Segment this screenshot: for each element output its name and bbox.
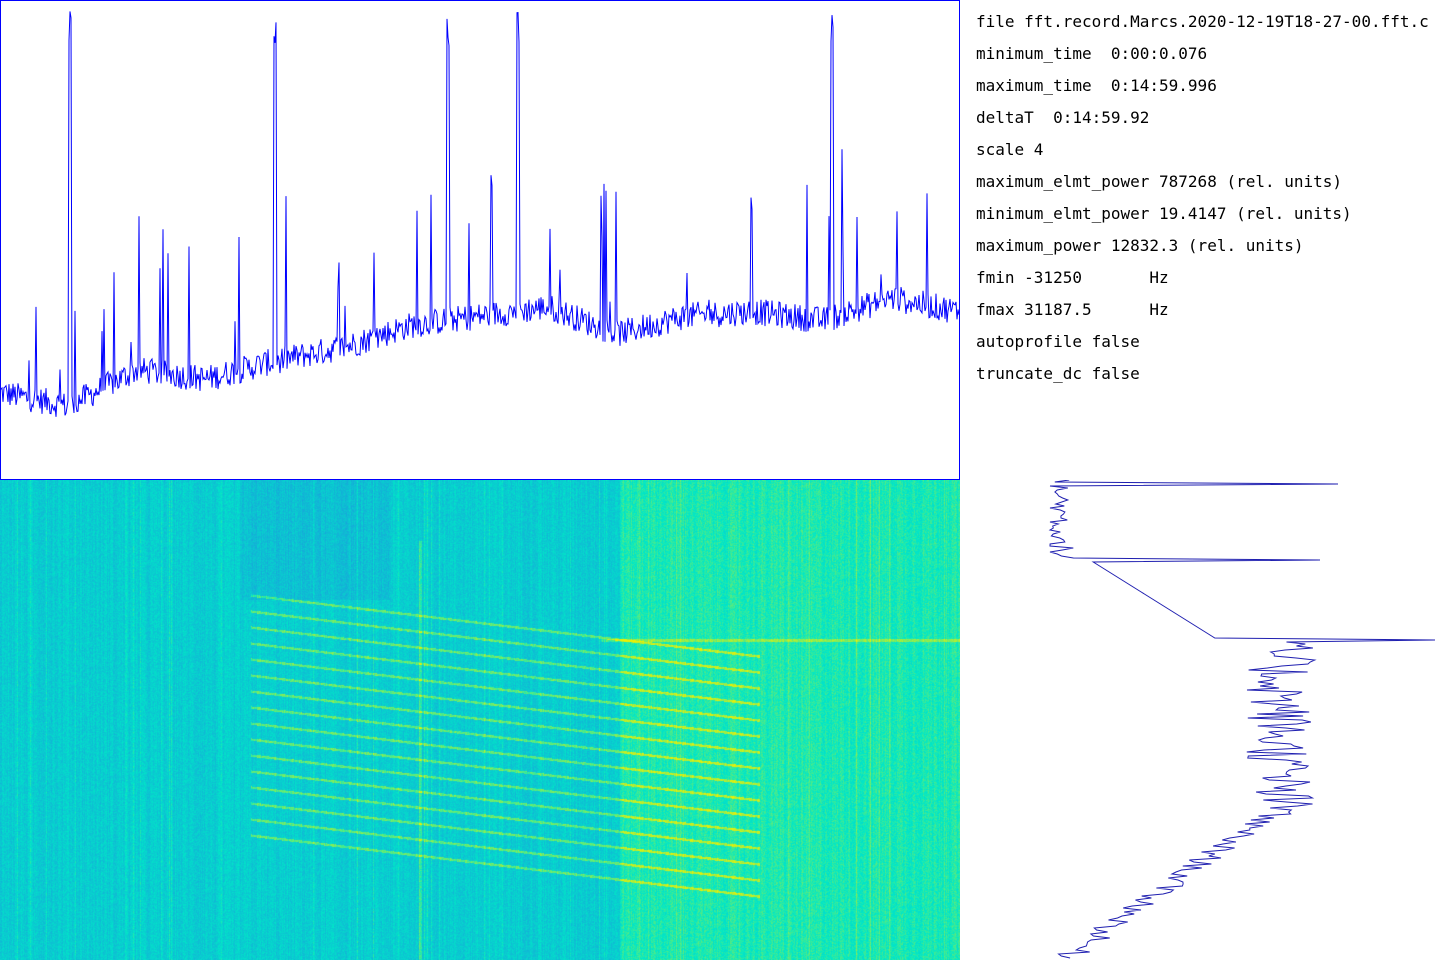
info-panel: file fft.record.Marcs.2020-12-19T18-27-0…	[976, 10, 1440, 394]
frequency-profile-trace	[1048, 480, 1436, 959]
info-maximum-power: maximum_power 12832.3 (rel. units)	[976, 236, 1304, 255]
time-profile-trace	[0, 11, 960, 417]
time-profile-frame	[0, 0, 960, 480]
info-minimum-time: minimum_time 0:00:0.076	[976, 44, 1208, 63]
info-maximum-time: maximum_time 0:14:59.996	[976, 76, 1217, 95]
info-minimum-elmt-power: minimum_elmt_power 19.4147 (rel. units)	[976, 204, 1352, 223]
info-scale: scale 4	[976, 140, 1044, 159]
info-truncate-dc: truncate_dc false	[976, 364, 1140, 383]
info-maximum-elmt-power: maximum_elmt_power 787268 (rel. units)	[976, 172, 1343, 191]
frequency-profile-plot	[960, 480, 1440, 960]
time-profile-plot	[0, 0, 960, 480]
info-file: file fft.record.Marcs.2020-12-19T18-27-0…	[976, 12, 1429, 31]
info-autoprofile: autoprofile false	[976, 332, 1140, 351]
info-fmax: fmax 31187.5 Hz	[976, 300, 1169, 319]
spectrogram-heatmap	[0, 480, 960, 960]
info-fmin: fmin -31250 Hz	[976, 268, 1169, 287]
info-delta-t: deltaT 0:14:59.92	[976, 108, 1150, 127]
